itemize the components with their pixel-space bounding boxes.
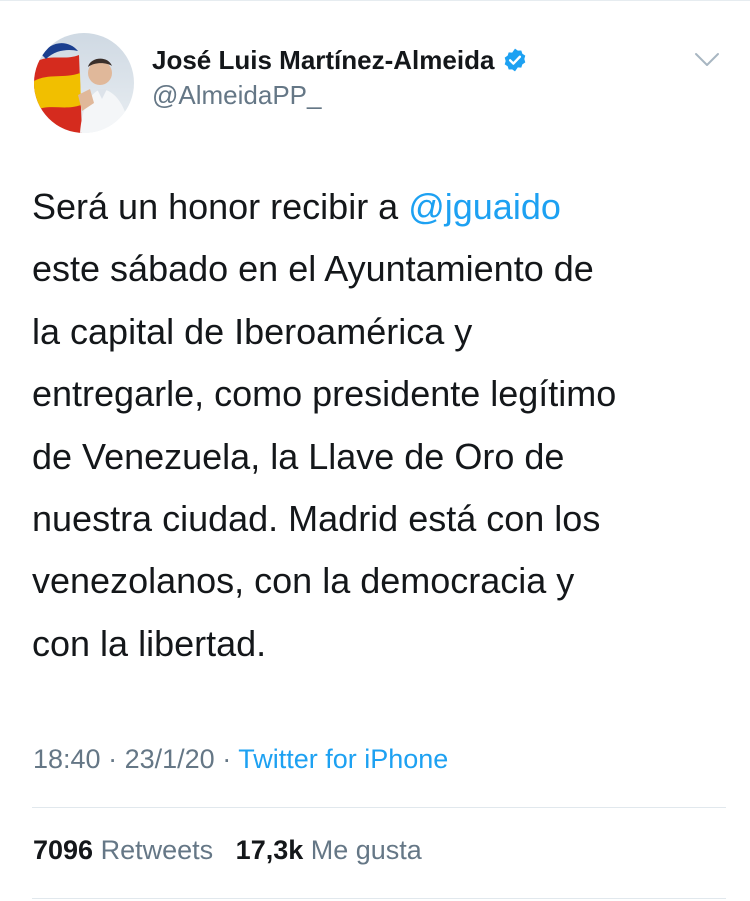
meta-separator: ·	[222, 744, 232, 774]
retweets-stat[interactable]: 7096 Retweets	[33, 835, 213, 865]
tweet-text-start: Será un honor recibir a	[32, 186, 409, 227]
divider	[32, 898, 726, 899]
tweet-stats: 7096 Retweets 17,3k Me gusta	[33, 835, 422, 866]
avatar[interactable]	[34, 33, 134, 133]
retweets-label: Retweets	[100, 835, 214, 865]
tweet-text-rest: este sábado en el Ayuntamiento de la cap…	[32, 248, 617, 664]
mention-link[interactable]: @jguaido	[408, 186, 561, 227]
display-name[interactable]: José Luis Martínez-Almeida	[152, 45, 494, 76]
tweet-header: José Luis Martínez-Almeida @AlmeidaPP_	[0, 0, 750, 140]
tweet-text: Será un honor recibir a @jguaido este sá…	[32, 176, 722, 675]
tweet-meta: 18:40 · 23/1/20 · Twitter for iPhone	[33, 744, 448, 775]
likes-stat[interactable]: 17,3k Me gusta	[236, 835, 422, 865]
likes-label: Me gusta	[310, 835, 422, 865]
likes-count: 17,3k	[235, 835, 304, 865]
avatar-photo	[34, 33, 134, 133]
tweet-time[interactable]: 18:40	[33, 744, 101, 774]
retweets-count: 7096	[33, 835, 94, 865]
divider	[32, 807, 726, 808]
user-handle[interactable]: @AlmeidaPP_	[152, 80, 321, 111]
tweet-source-link[interactable]: Twitter for iPhone	[238, 744, 448, 774]
meta-separator: ·	[108, 744, 118, 774]
name-row: José Luis Martínez-Almeida	[152, 42, 528, 78]
tweet-date[interactable]: 23/1/20	[125, 744, 215, 774]
verified-badge-icon	[502, 47, 528, 73]
chevron-down-icon[interactable]	[693, 50, 721, 70]
